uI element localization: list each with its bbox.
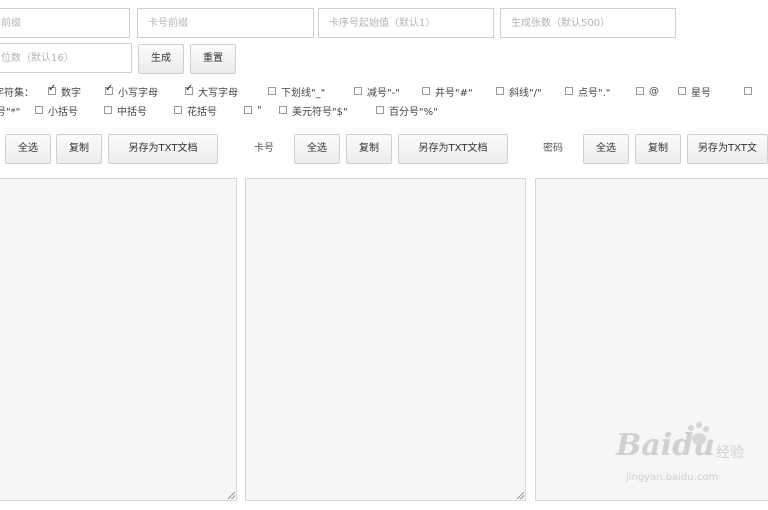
panel3-select-all-button[interactable]: 全选 bbox=[583, 134, 629, 164]
panel1-textarea[interactable] bbox=[0, 178, 237, 501]
checkbox-icon[interactable] bbox=[185, 83, 193, 95]
charset-option-slash[interactable]: 斜线"/" bbox=[496, 84, 542, 99]
checkbox-icon[interactable] bbox=[104, 106, 112, 114]
charset-option-dollar[interactable]: 美元符号"$" bbox=[279, 103, 348, 118]
generate-count-input[interactable] bbox=[500, 8, 676, 38]
panel1-save-txt-button[interactable]: 另存为TXT文档 bbox=[108, 134, 218, 164]
checkbox-icon[interactable] bbox=[244, 106, 252, 114]
checkbox-icon[interactable] bbox=[105, 83, 113, 95]
digits-input[interactable] bbox=[0, 43, 132, 73]
charset-option-star[interactable]: 星号 bbox=[678, 84, 711, 99]
checkbox-icon[interactable] bbox=[354, 87, 362, 95]
charset-option-minus[interactable]: 减号"-" bbox=[354, 84, 400, 99]
charset-option-digits[interactable]: 数字 bbox=[48, 83, 81, 99]
checkbox-icon[interactable] bbox=[279, 106, 287, 114]
watermark-url: jingyan.baidu.com bbox=[626, 472, 719, 483]
charset-option-parentheses[interactable]: 小括号 bbox=[35, 103, 78, 118]
resize-grip-icon[interactable] bbox=[228, 492, 235, 499]
checkbox-icon[interactable] bbox=[496, 87, 504, 95]
checkbox-icon[interactable] bbox=[174, 106, 182, 114]
card-prefix-input[interactable] bbox=[137, 8, 314, 38]
panel2-select-all-button[interactable]: 全选 bbox=[294, 134, 340, 164]
charset-option-percent[interactable]: 百分号"%" bbox=[376, 103, 438, 118]
checkbox-icon[interactable] bbox=[268, 87, 276, 95]
paw-icon bbox=[688, 422, 709, 445]
charset-option-asterisk[interactable]: 号"*" bbox=[0, 103, 20, 118]
panel3-copy-button[interactable]: 复制 bbox=[635, 134, 681, 164]
checkbox-icon[interactable] bbox=[565, 87, 573, 95]
card-start-input[interactable] bbox=[318, 8, 494, 38]
reset-button[interactable]: 重置 bbox=[190, 44, 236, 74]
panel2-copy-button[interactable]: 复制 bbox=[346, 134, 392, 164]
charset-option-hash[interactable]: 井号"#" bbox=[422, 84, 473, 99]
checkbox-icon[interactable] bbox=[35, 106, 43, 114]
checkbox-icon[interactable] bbox=[678, 87, 686, 95]
charset-option-brackets[interactable]: 中括号 bbox=[104, 103, 147, 118]
panel3-save-txt-button[interactable]: 另存为TXT文 bbox=[687, 134, 768, 164]
generate-button[interactable]: 生成 bbox=[138, 44, 184, 74]
charset-option-extra[interactable] bbox=[744, 84, 757, 98]
panel1-select-all-button[interactable]: 全选 bbox=[5, 134, 51, 164]
panel1-copy-button[interactable]: 复制 bbox=[56, 134, 102, 164]
charset-option-dot[interactable]: 点号"." bbox=[565, 84, 610, 99]
checkbox-icon[interactable] bbox=[376, 106, 384, 114]
charset-label: 字符集： bbox=[0, 87, 34, 99]
checkbox-icon[interactable] bbox=[744, 87, 752, 95]
charset-option-uppercase[interactable]: 大写字母 bbox=[185, 83, 238, 99]
panel2-save-txt-button[interactable]: 另存为TXT文档 bbox=[398, 134, 508, 164]
charset-option-underscore[interactable]: 下划线"_" bbox=[268, 84, 325, 99]
prefix-input[interactable] bbox=[0, 8, 130, 38]
charset-option-at[interactable]: @ bbox=[636, 84, 659, 98]
charset-option-quote[interactable]: " bbox=[244, 103, 262, 117]
watermark-cn: 经验 bbox=[716, 445, 744, 461]
charset-option-lowercase[interactable]: 小写字母 bbox=[105, 83, 158, 99]
panel3-title: 密码 bbox=[543, 143, 563, 154]
baidu-watermark: Baidu 经验 jingyan.baidu.com bbox=[598, 420, 768, 490]
charset-option-braces[interactable]: 花括号 bbox=[174, 103, 217, 118]
checkbox-icon[interactable] bbox=[636, 87, 644, 95]
checkbox-icon[interactable] bbox=[422, 87, 430, 95]
panel2-title: 卡号 bbox=[254, 143, 274, 154]
panel2-textarea[interactable] bbox=[245, 178, 526, 501]
checkbox-icon[interactable] bbox=[48, 83, 56, 95]
resize-grip-icon[interactable] bbox=[517, 492, 524, 499]
